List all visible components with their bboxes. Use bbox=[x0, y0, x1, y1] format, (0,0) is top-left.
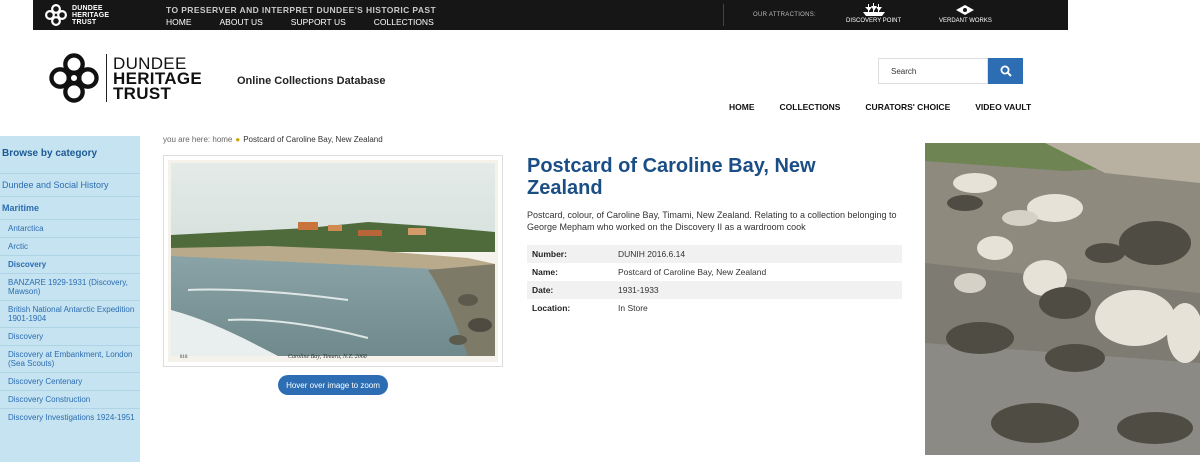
celtic-knot-logo-icon bbox=[49, 53, 99, 103]
search-form bbox=[878, 58, 1023, 84]
top-bar: DUNDEE HERITAGE TRUST TO PRESERVER AND I… bbox=[33, 0, 1068, 30]
sidebar-item-discovery-construction[interactable]: Discovery Construction bbox=[0, 390, 140, 408]
object-description: Postcard, colour, of Caroline Bay, Timam… bbox=[527, 210, 897, 232]
attractions-label: OUR ATTRACTIONS: bbox=[753, 12, 817, 18]
sidebar-item-arctic[interactable]: Arctic bbox=[0, 237, 140, 255]
discovery-point-link[interactable]: DISCOVERY POINT bbox=[846, 3, 901, 24]
detail-label: Number: bbox=[532, 249, 567, 259]
verdant-works-icon bbox=[956, 5, 975, 15]
detail-label: Location: bbox=[532, 303, 571, 313]
sidebar-item-discovery[interactable]: Discovery bbox=[0, 255, 140, 273]
sidebar-item-antarctica[interactable]: Antarctica bbox=[0, 219, 140, 237]
main-nav: HOME COLLECTIONS CURATORS' CHOICE VIDEO … bbox=[729, 102, 1031, 112]
sidebar-heading: Browse by category bbox=[2, 148, 98, 159]
detail-value: In Store bbox=[618, 303, 648, 313]
decorative-shore-photo bbox=[925, 143, 1200, 455]
verdant-works-link[interactable]: VERDANT WORKS bbox=[939, 3, 992, 24]
database-title: Online Collections Database bbox=[237, 75, 386, 87]
detail-label: Date: bbox=[532, 285, 554, 295]
breadcrumb-separator: ● bbox=[235, 135, 241, 144]
top-nav-about[interactable]: ABOUT US bbox=[220, 17, 263, 27]
search-icon bbox=[1000, 65, 1012, 77]
detail-value: Postcard of Caroline Bay, New Zealand bbox=[618, 267, 767, 277]
category-sidebar: Browse by category Dundee and Social His… bbox=[0, 136, 140, 462]
nav-curators-choice[interactable]: CURATORS' CHOICE bbox=[865, 102, 950, 112]
logo-line3: TRUST bbox=[113, 83, 172, 103]
detail-row-location: Location: In Store bbox=[527, 299, 902, 317]
search-button[interactable] bbox=[988, 58, 1023, 84]
top-divider bbox=[723, 4, 724, 26]
top-logo[interactable]: DUNDEE HERITAGE TRUST bbox=[45, 4, 109, 26]
detail-value: DUNIH 2016.6.14 bbox=[618, 249, 686, 259]
celtic-knot-icon bbox=[45, 4, 67, 26]
shore-rocks-image bbox=[925, 143, 1200, 455]
top-nav-home[interactable]: HOME bbox=[166, 17, 192, 27]
object-details-table: Number: DUNIH 2016.6.14 Name: Postcard o… bbox=[527, 245, 902, 317]
detail-value: 1931-1933 bbox=[618, 285, 659, 295]
search-input[interactable] bbox=[878, 58, 988, 84]
detail-row-date: Date: 1931-1933 bbox=[527, 281, 902, 299]
nav-video-vault[interactable]: VIDEO VAULT bbox=[975, 102, 1031, 112]
top-nav: HOME ABOUT US SUPPORT US COLLECTIONS bbox=[166, 17, 462, 27]
sidebar-item-discovery-investigations[interactable]: Discovery Investigations 1924-1951 bbox=[0, 408, 140, 426]
postcard-photo: 818 Caroline Bay, Timaru, N.Z. 2068 bbox=[168, 160, 498, 362]
breadcrumb-current: Postcard of Caroline Bay, New Zealand bbox=[243, 135, 383, 144]
logo-divider bbox=[106, 54, 107, 102]
sidebar-item-maritime[interactable]: Maritime bbox=[0, 196, 140, 219]
sidebar-item-british-national-antarctic[interactable]: British National Antarctic Expedition 19… bbox=[0, 300, 140, 327]
ship-icon bbox=[862, 3, 885, 16]
detail-label: Name: bbox=[532, 267, 558, 277]
tagline: TO PRESERVER AND INTERPRET DUNDEE'S HIST… bbox=[166, 5, 437, 15]
verdant-works-label: VERDANT WORKS bbox=[939, 18, 992, 24]
breadcrumb-home[interactable]: you are here: home bbox=[163, 135, 232, 144]
main-logo[interactable]: DUNDEE HERITAGE TRUST bbox=[48, 52, 202, 104]
top-brand-line2: HERITAGE bbox=[72, 11, 110, 19]
sidebar-item-discovery-embankment[interactable]: Discovery at Embankment, London (Sea Sco… bbox=[0, 345, 140, 372]
sidebar-item-discovery-centenary[interactable]: Discovery Centenary bbox=[0, 372, 140, 390]
logo-wordmark: DUNDEE HERITAGE TRUST bbox=[113, 55, 202, 103]
nav-home[interactable]: HOME bbox=[729, 102, 755, 112]
top-brand-text: DUNDEE HERITAGE TRUST bbox=[72, 5, 109, 26]
detail-row-name: Name: Postcard of Caroline Bay, New Zeal… bbox=[527, 263, 902, 281]
nav-collections[interactable]: COLLECTIONS bbox=[780, 102, 841, 112]
object-title: Postcard of Caroline Bay, New Zealand bbox=[527, 155, 816, 199]
postcard-number: 818 bbox=[180, 355, 188, 360]
detail-row-number: Number: DUNIH 2016.6.14 bbox=[527, 245, 902, 263]
top-brand-line3: TRUST bbox=[72, 18, 97, 26]
breadcrumb: you are here: home ● Postcard of Caroline … bbox=[163, 135, 383, 144]
discovery-point-label: DISCOVERY POINT bbox=[846, 18, 902, 24]
sidebar-item-banzare[interactable]: BANZARE 1929-1931 (Discovery, Mawson) bbox=[0, 273, 140, 300]
postcard-caption: Caroline Bay, Timaru, N.Z. 2068 bbox=[288, 354, 367, 360]
object-image[interactable]: 818 Caroline Bay, Timaru, N.Z. 2068 bbox=[163, 155, 503, 367]
zoom-hint-button[interactable]: Hover over image to zoom bbox=[278, 375, 388, 395]
sidebar-item-dundee-social-history[interactable]: Dundee and Social History bbox=[0, 173, 140, 196]
top-brand-line1: DUNDEE bbox=[72, 4, 103, 12]
top-nav-collections[interactable]: COLLECTIONS bbox=[374, 17, 434, 27]
sidebar-item-discovery-sub[interactable]: Discovery bbox=[0, 327, 140, 345]
top-nav-support[interactable]: SUPPORT US bbox=[291, 17, 346, 27]
